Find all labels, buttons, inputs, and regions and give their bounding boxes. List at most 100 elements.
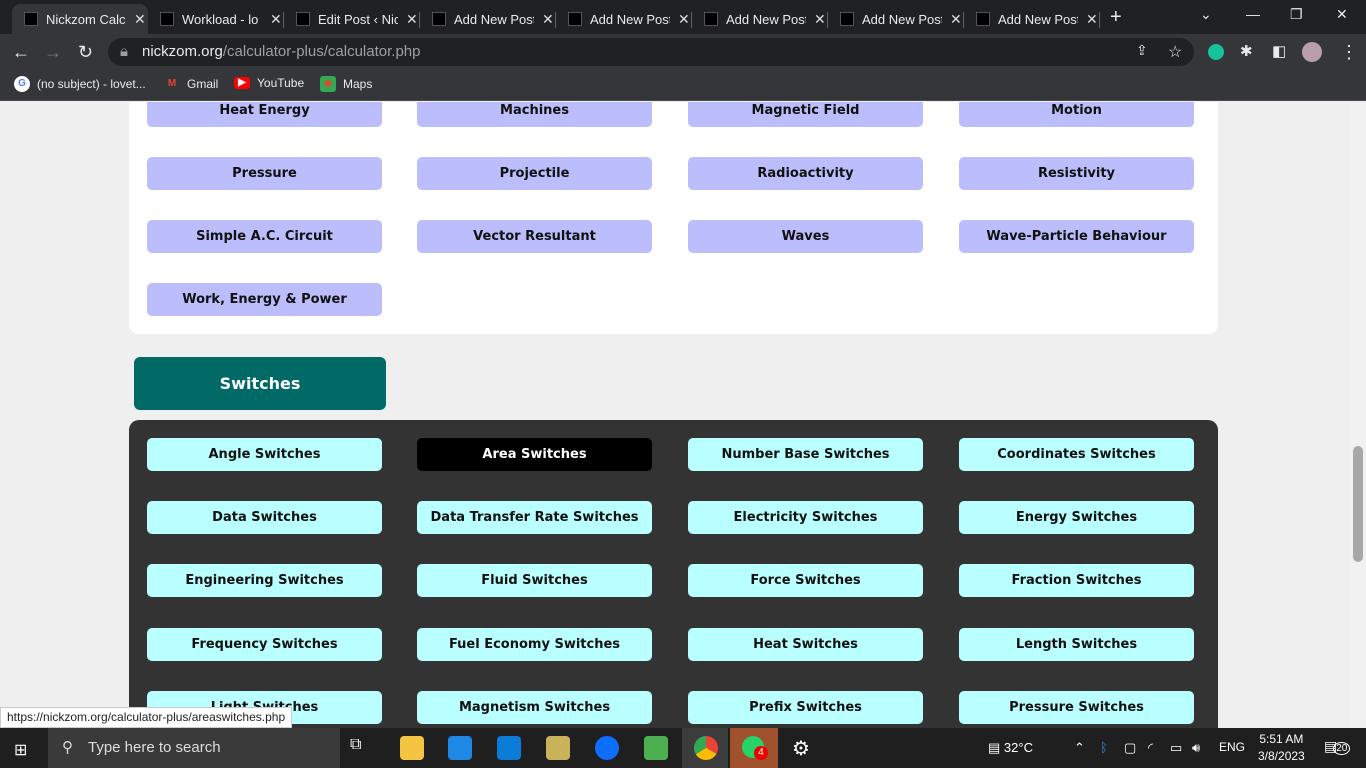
- physics-calculator-button[interactable]: Motion: [959, 102, 1194, 127]
- taskbar-search[interactable]: ⚲ Type here to search: [48, 728, 340, 768]
- tab-title: Edit Post ‹ Nickzom: [318, 11, 398, 27]
- date: 3/8/2023: [1258, 749, 1305, 763]
- bookmark-label: (no subject) - lovet...: [37, 77, 146, 91]
- physics-calculator-button[interactable]: Wave-Particle Behaviour: [959, 220, 1194, 253]
- browser-tab[interactable]: Workload - lo ✕: [148, 4, 284, 34]
- scrollbar[interactable]: [1350, 102, 1366, 728]
- tab-search-icon[interactable]: ⌄: [1200, 6, 1212, 23]
- browser-tab[interactable]: Nickzom Calculator ✕: [12, 4, 148, 34]
- windows-start-icon[interactable]: ⊞: [14, 740, 27, 760]
- switch-button[interactable]: Prefix Switches: [688, 691, 923, 724]
- close-tab-icon[interactable]: ✕: [542, 11, 554, 28]
- switch-button[interactable]: Data Transfer Rate Switches: [417, 501, 652, 534]
- close-tab-icon[interactable]: ✕: [814, 11, 826, 28]
- weather-widget[interactable]: ▤ 32°C: [988, 740, 1033, 756]
- browser-tab[interactable]: Add New Post ✕: [828, 4, 964, 34]
- switch-button[interactable]: Magnetism Switches: [417, 691, 652, 724]
- browser-tab[interactable]: Add New Post ✕: [964, 4, 1100, 34]
- switch-button[interactable]: Angle Switches: [147, 438, 382, 471]
- whatsapp-taskbar-button[interactable]: 4: [730, 728, 778, 768]
- side-panel-icon[interactable]: ◧: [1272, 42, 1286, 60]
- close-window-button[interactable]: ✕: [1336, 6, 1348, 23]
- battery-icon[interactable]: ▭: [1170, 740, 1182, 756]
- close-tab-icon[interactable]: ✕: [134, 11, 146, 28]
- switch-button[interactable]: Length Switches: [959, 628, 1194, 661]
- switch-button[interactable]: Fluid Switches: [417, 564, 652, 597]
- switch-button[interactable]: Energy Switches: [959, 501, 1194, 534]
- bluetooth-icon[interactable]: ᛒ: [1100, 740, 1108, 755]
- node-icon[interactable]: [644, 736, 668, 760]
- search-icon: ⚲: [62, 739, 73, 756]
- close-tab-icon[interactable]: ✕: [270, 11, 282, 28]
- file-explorer-icon[interactable]: [400, 736, 424, 760]
- scrollbar-thumb[interactable]: [1353, 446, 1363, 562]
- mail-icon[interactable]: [448, 736, 472, 760]
- switch-button[interactable]: Force Switches: [688, 564, 923, 597]
- switches-header[interactable]: Switches: [134, 357, 386, 410]
- site-favicon: [24, 12, 38, 26]
- close-tab-icon[interactable]: ✕: [950, 11, 962, 28]
- physics-calculator-button[interactable]: Heat Energy: [147, 102, 382, 127]
- status-url: https://nickzom.org/calculator-plus/area…: [0, 707, 293, 728]
- physics-calculator-button[interactable]: Waves: [688, 220, 923, 253]
- share-icon[interactable]: ⇪: [1136, 42, 1148, 59]
- show-hidden-icons[interactable]: ⌃: [1074, 740, 1085, 756]
- extensions-icon[interactable]: ✱: [1240, 42, 1253, 60]
- new-tab-button[interactable]: +: [1110, 6, 1122, 29]
- close-tab-icon[interactable]: ✕: [406, 11, 418, 28]
- bookmark-youtube[interactable]: ▶ YouTube: [234, 76, 304, 90]
- switch-button[interactable]: Heat Switches: [688, 628, 923, 661]
- browser-tab[interactable]: Add New Post ✕: [556, 4, 692, 34]
- chrome-taskbar-button[interactable]: [682, 728, 728, 768]
- app-icon[interactable]: [546, 736, 570, 760]
- browser-tab[interactable]: Add New Post ✕: [692, 4, 828, 34]
- wifi-icon[interactable]: ◜: [1148, 740, 1153, 756]
- minimize-button[interactable]: —: [1246, 6, 1260, 22]
- bookmark-star-icon[interactable]: ☆: [1168, 42, 1182, 62]
- settings-icon[interactable]: ⚙: [792, 736, 810, 761]
- teamviewer-icon[interactable]: [595, 736, 619, 760]
- close-tab-icon[interactable]: ✕: [1086, 11, 1098, 28]
- switch-button[interactable]: Fraction Switches: [959, 564, 1194, 597]
- back-icon[interactable]: ←: [12, 42, 30, 63]
- profile-avatar[interactable]: [1302, 42, 1322, 62]
- task-view-icon[interactable]: ⧉: [350, 736, 374, 760]
- switch-button[interactable]: Frequency Switches: [147, 628, 382, 661]
- close-tab-icon[interactable]: ✕: [678, 11, 690, 28]
- grammarly-icon[interactable]: [1208, 44, 1224, 60]
- switch-button[interactable]: Electricity Switches: [688, 501, 923, 534]
- switch-button[interactable]: Coordinates Switches: [959, 438, 1194, 471]
- switch-button[interactable]: Fuel Economy Switches: [417, 628, 652, 661]
- physics-calculator-button[interactable]: Simple A.C. Circuit: [147, 220, 382, 253]
- bookmark-no-subject[interactable]: G (no subject) - lovet...: [14, 76, 146, 92]
- browser-tab[interactable]: Add New Post ✕: [420, 4, 556, 34]
- language-indicator[interactable]: ENG: [1219, 740, 1245, 754]
- notifications-icon[interactable]: ▤20: [1324, 738, 1351, 755]
- switch-button[interactable]: Number Base Switches: [688, 438, 923, 471]
- search-placeholder: Type here to search: [88, 739, 221, 756]
- switch-button[interactable]: Data Switches: [147, 501, 382, 534]
- physics-calculator-button[interactable]: Vector Resultant: [417, 220, 652, 253]
- physics-calculator-button[interactable]: Work, Energy & Power: [147, 283, 382, 316]
- switch-button[interactable]: Pressure Switches: [959, 691, 1194, 724]
- bookmark-maps[interactable]: ◆ Maps: [320, 76, 372, 92]
- menu-icon[interactable]: ⋮: [1340, 42, 1358, 63]
- volume-icon[interactable]: 🔊︎: [1192, 740, 1200, 756]
- switch-button[interactable]: Engineering Switches: [147, 564, 382, 597]
- physics-calculator-button[interactable]: Magnetic Field: [688, 102, 923, 127]
- reload-icon[interactable]: ↻: [78, 42, 93, 63]
- address-bar[interactable]: 🔒︎ nickzom.org/calculator-plus/calculator…: [108, 38, 1194, 66]
- physics-calculator-button[interactable]: Radioactivity: [688, 157, 923, 190]
- maximize-button[interactable]: ❐: [1290, 6, 1303, 23]
- forward-icon[interactable]: →: [44, 42, 62, 63]
- clock[interactable]: 5:51 AM 3/8/2023: [1258, 731, 1305, 765]
- meet-icon[interactable]: ▢: [1124, 740, 1136, 756]
- switch-button[interactable]: Area Switches: [417, 438, 652, 471]
- physics-calculator-button[interactable]: Machines: [417, 102, 652, 127]
- physics-calculator-button[interactable]: Pressure: [147, 157, 382, 190]
- browser-tab[interactable]: Edit Post ‹ Nickzom ✕: [284, 4, 420, 34]
- vscode-icon[interactable]: [497, 736, 521, 760]
- physics-calculator-button[interactable]: Resistivity: [959, 157, 1194, 190]
- bookmark-gmail[interactable]: M Gmail: [164, 76, 219, 92]
- physics-calculator-button[interactable]: Projectile: [417, 157, 652, 190]
